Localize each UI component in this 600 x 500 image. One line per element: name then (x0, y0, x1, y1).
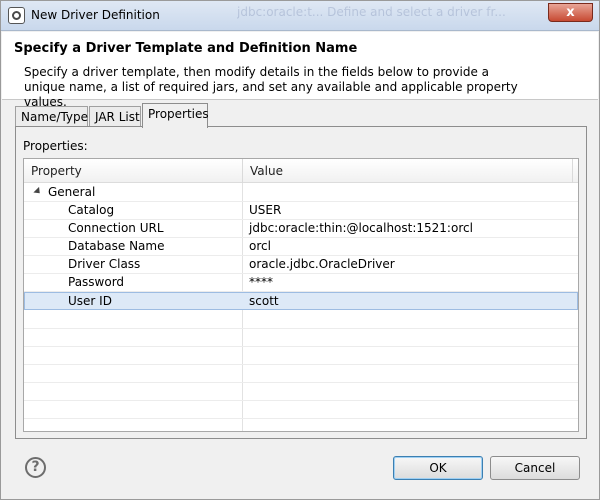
property-value: scott (249, 294, 279, 308)
eclipse-app-icon (8, 7, 25, 24)
group-label: General (48, 185, 96, 199)
table-row-empty (24, 347, 578, 365)
new-driver-definition-dialog: New Driver Definition jdbc:oracle:t... D… (0, 0, 600, 500)
table-row-empty (24, 365, 578, 383)
property-value: **** (249, 275, 273, 289)
background-window-ghost-text: jdbc:oracle:t... Define and select a dri… (237, 5, 506, 19)
properties-label: Properties: (23, 139, 88, 153)
ok-button[interactable]: OK (393, 456, 483, 480)
close-button[interactable]: x (548, 3, 593, 22)
property-value: jdbc:oracle:thin:@localhost:1521:orcl (249, 221, 473, 235)
tab-name-type[interactable]: Name/Type (15, 106, 88, 128)
banner-title: Specify a Driver Template and Definition… (14, 41, 358, 56)
table-row[interactable]: Connection URL jdbc:oracle:thin:@localho… (24, 220, 578, 238)
property-name: Password (68, 275, 125, 289)
cancel-button[interactable]: Cancel (490, 456, 580, 480)
table-row-selected[interactable]: User ID scott (24, 292, 578, 310)
table-row-empty (24, 329, 578, 347)
table-row[interactable]: Password **** (24, 274, 578, 292)
property-name: Connection URL (68, 221, 164, 235)
column-header-property[interactable]: Property (24, 159, 243, 183)
property-name: Driver Class (68, 257, 141, 271)
window-title: New Driver Definition (31, 8, 160, 22)
tab-jar-list[interactable]: JAR List (89, 106, 141, 128)
property-name: User ID (68, 294, 112, 308)
title-bar: New Driver Definition jdbc:oracle:t... D… (1, 1, 599, 31)
table-row-group-general[interactable]: General (24, 184, 578, 202)
help-icon[interactable]: ? (25, 457, 46, 478)
property-name: Database Name (68, 239, 165, 253)
property-value: oracle.jdbc.OracleDriver (249, 257, 395, 271)
table-row-empty (24, 401, 578, 419)
table-row[interactable]: Catalog USER (24, 202, 578, 220)
column-header-value[interactable]: Value (243, 159, 573, 183)
table-row-empty (24, 383, 578, 401)
property-value: USER (249, 203, 282, 217)
table-row[interactable]: Driver Class oracle.jdbc.OracleDriver (24, 256, 578, 274)
header-banner: Specify a Driver Template and Definition… (2, 32, 598, 109)
property-value: orcl (249, 239, 271, 253)
property-name: Catalog (68, 203, 115, 217)
collapse-triangle-icon[interactable] (33, 186, 43, 197)
tab-properties[interactable]: Properties (142, 103, 209, 128)
table-header: Property Value (24, 159, 578, 183)
table-row[interactable]: Database Name orcl (24, 238, 578, 256)
banner-description: Specify a driver template, then modify d… (24, 65, 518, 109)
table-row-empty (24, 311, 578, 329)
properties-table[interactable]: Property Value General Catalog USER Conn… (23, 158, 579, 432)
